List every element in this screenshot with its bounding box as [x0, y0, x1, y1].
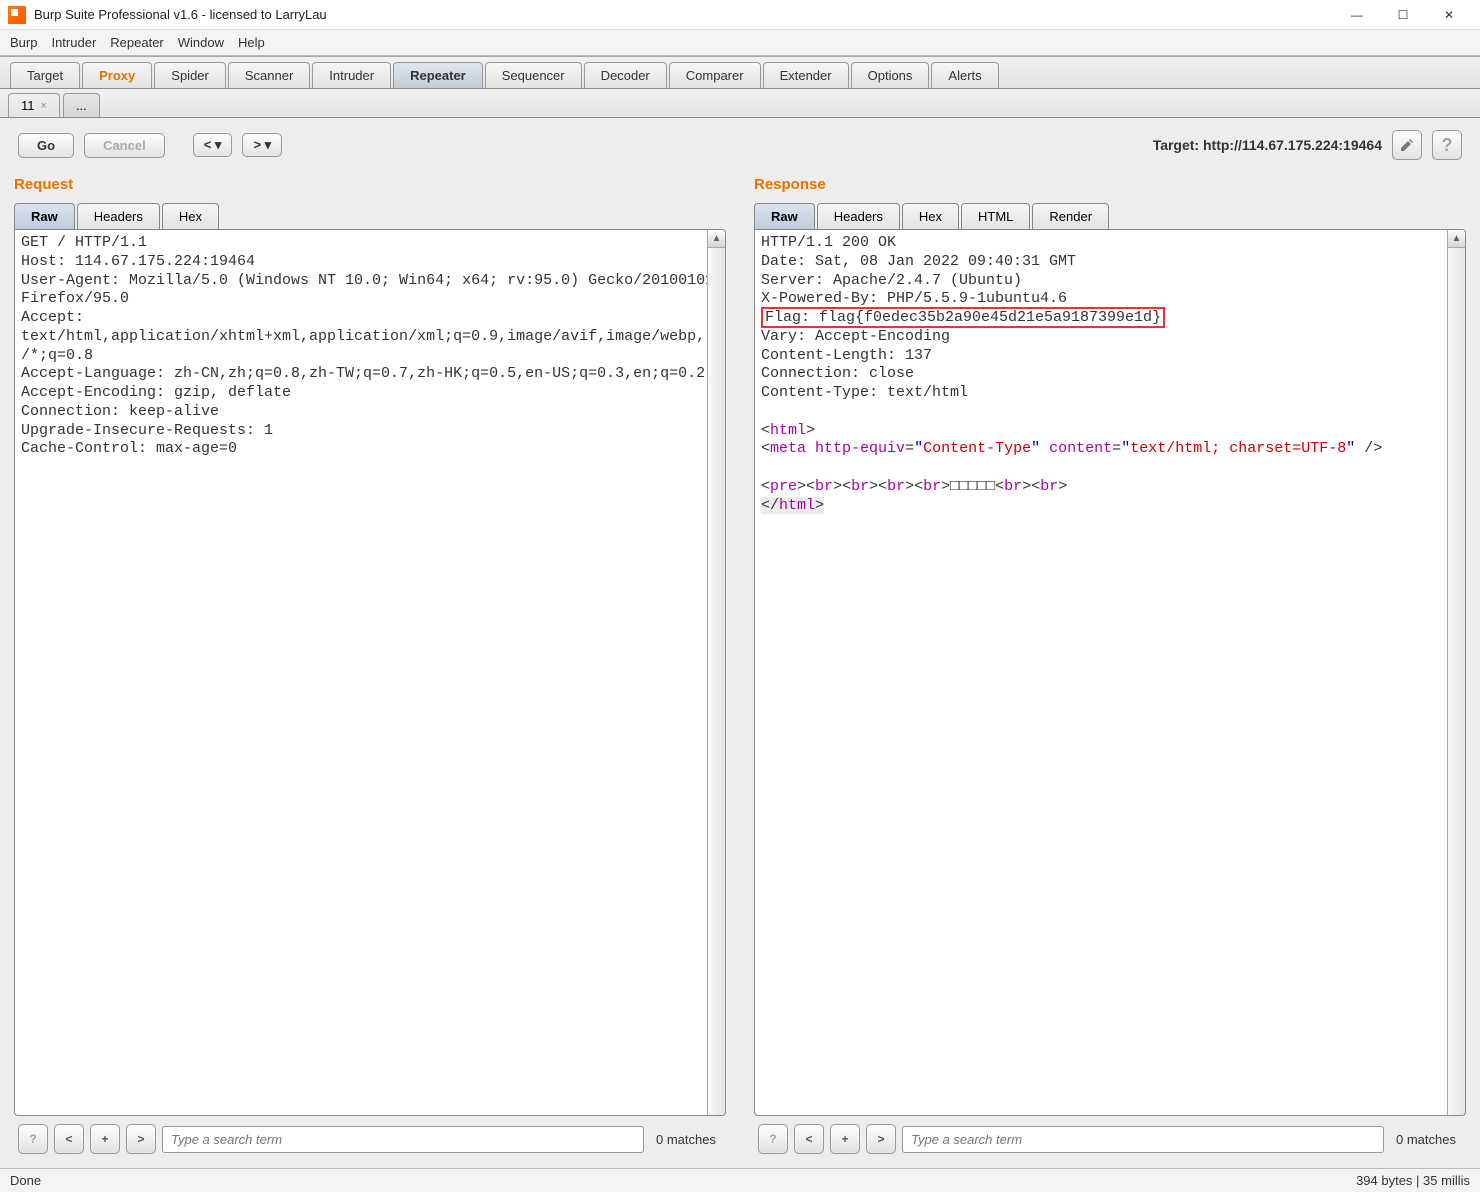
menu-window[interactable]: Window	[178, 35, 224, 50]
pencil-icon	[1399, 137, 1415, 153]
response-pane: Response Raw Headers Hex HTML Render HTT…	[740, 172, 1480, 1168]
menu-burp[interactable]: Burp	[10, 35, 37, 50]
question-icon: ?	[29, 1132, 36, 1146]
close-button[interactable]: ✕	[1426, 0, 1472, 30]
app-logo-icon	[8, 6, 26, 24]
response-raw-editor[interactable]: HTTP/1.1 200 OK Date: Sat, 08 Jan 2022 0…	[755, 230, 1465, 1115]
main-tabs: Target Proxy Spider Scanner Intruder Rep…	[0, 56, 1480, 89]
request-title: Request	[14, 172, 726, 203]
tab-comparer[interactable]: Comparer	[669, 62, 761, 88]
search-next-button[interactable]: >	[866, 1124, 896, 1154]
tab-target[interactable]: Target	[10, 62, 80, 88]
tab-options[interactable]: Options	[851, 62, 930, 88]
close-icon[interactable]: ×	[41, 100, 47, 112]
sub-tab-more[interactable]: ...	[63, 93, 100, 117]
question-icon: ?	[1442, 135, 1453, 156]
edit-target-button[interactable]	[1392, 130, 1422, 160]
scroll-up-icon[interactable]: ▲	[1448, 230, 1465, 248]
search-prev-button[interactable]: <	[54, 1124, 84, 1154]
status-right: 394 bytes | 35 millis	[1356, 1173, 1470, 1188]
request-pane: Request Raw Headers Hex GET / HTTP/1.1 H…	[0, 172, 740, 1168]
search-next-button[interactable]: >	[126, 1124, 156, 1154]
sub-tab-label: 11	[21, 98, 35, 113]
go-button[interactable]: Go	[18, 133, 74, 158]
request-search-input[interactable]	[162, 1126, 644, 1153]
request-search-bar: ? < + > 0 matches	[14, 1116, 726, 1158]
response-tab-render[interactable]: Render	[1032, 203, 1109, 229]
menu-help[interactable]: Help	[238, 35, 265, 50]
window-title: Burp Suite Professional v1.6 - licensed …	[34, 7, 1334, 22]
tab-extender[interactable]: Extender	[763, 62, 849, 88]
minimize-button[interactable]: —	[1334, 0, 1380, 30]
cancel-button[interactable]: Cancel	[84, 133, 165, 158]
help-button[interactable]: ?	[1432, 130, 1462, 160]
search-help-button[interactable]: ?	[758, 1124, 788, 1154]
request-tab-raw[interactable]: Raw	[14, 203, 75, 229]
request-raw-editor[interactable]: GET / HTTP/1.1 Host: 114.67.175.224:1946…	[15, 230, 725, 1115]
tab-repeater[interactable]: Repeater	[393, 62, 483, 88]
tab-scanner[interactable]: Scanner	[228, 62, 310, 88]
sub-tab-11[interactable]: 11 ×	[8, 93, 60, 117]
menu-intruder[interactable]: Intruder	[51, 35, 96, 50]
tab-intruder[interactable]: Intruder	[312, 62, 391, 88]
tab-spider[interactable]: Spider	[154, 62, 226, 88]
request-tab-hex[interactable]: Hex	[162, 203, 219, 229]
search-add-button[interactable]: +	[830, 1124, 860, 1154]
response-tab-hex[interactable]: Hex	[902, 203, 959, 229]
request-match-count: 0 matches	[650, 1132, 722, 1147]
maximize-button[interactable]: ☐	[1380, 0, 1426, 30]
scroll-up-icon[interactable]: ▲	[708, 230, 725, 248]
tab-proxy[interactable]: Proxy	[82, 62, 152, 88]
response-title: Response	[754, 172, 1466, 203]
response-tab-html[interactable]: HTML	[961, 203, 1030, 229]
response-search-bar: ? < + > 0 matches	[754, 1116, 1466, 1158]
request-tab-headers[interactable]: Headers	[77, 203, 160, 229]
target-label: Target: http://114.67.175.224:19464	[1153, 137, 1382, 153]
sub-tabs: 11 × ...	[0, 89, 1480, 118]
response-search-input[interactable]	[902, 1126, 1384, 1153]
request-scrollbar[interactable]: ▲	[707, 230, 725, 1115]
response-tab-raw[interactable]: Raw	[754, 203, 815, 229]
tab-sequencer[interactable]: Sequencer	[485, 62, 582, 88]
question-icon: ?	[769, 1132, 776, 1146]
search-help-button[interactable]: ?	[18, 1124, 48, 1154]
toolbar: Go Cancel < ▾ > ▾ Target: http://114.67.…	[0, 118, 1480, 172]
response-match-count: 0 matches	[1390, 1132, 1462, 1147]
menu-repeater[interactable]: Repeater	[110, 35, 163, 50]
tab-decoder[interactable]: Decoder	[584, 62, 667, 88]
menubar: Burp Intruder Repeater Window Help	[0, 30, 1480, 56]
search-prev-button[interactable]: <	[794, 1124, 824, 1154]
status-left: Done	[10, 1173, 41, 1188]
response-tab-headers[interactable]: Headers	[817, 203, 900, 229]
titlebar: Burp Suite Professional v1.6 - licensed …	[0, 0, 1480, 30]
tab-alerts[interactable]: Alerts	[931, 62, 998, 88]
statusbar: Done 394 bytes | 35 millis	[0, 1168, 1480, 1192]
next-button[interactable]: > ▾	[242, 133, 282, 157]
search-add-button[interactable]: +	[90, 1124, 120, 1154]
prev-button[interactable]: < ▾	[193, 133, 233, 157]
response-scrollbar[interactable]: ▲	[1447, 230, 1465, 1115]
flag-highlight: Flag: flag{f0edec35b2a90e45d21e5a9187399…	[761, 307, 1165, 328]
